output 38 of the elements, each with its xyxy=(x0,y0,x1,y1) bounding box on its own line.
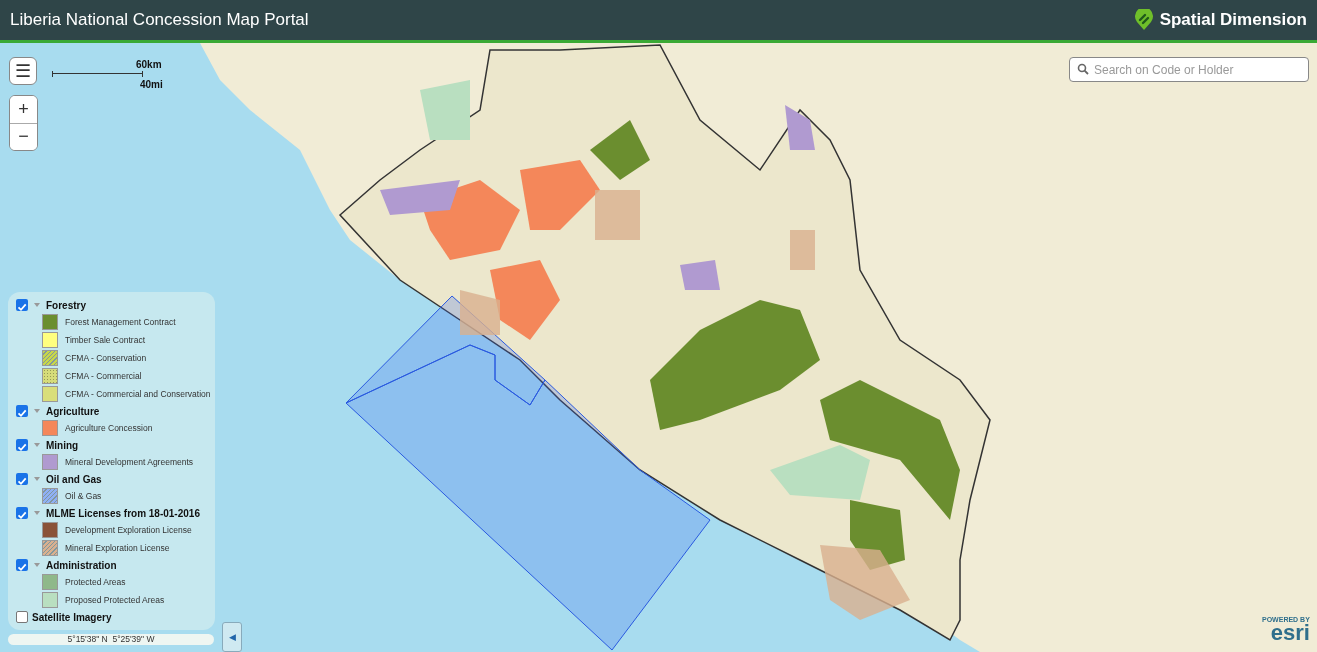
legend-item-label: Mineral Exploration License xyxy=(65,543,170,553)
layer-group-label: Oil and Gas xyxy=(46,473,102,485)
layer-group-label: MLME Licenses from 18-01-2016 xyxy=(46,507,200,519)
layer-checkbox[interactable] xyxy=(16,439,28,451)
logo-icon xyxy=(1133,9,1154,31)
zoom-out-button[interactable]: − xyxy=(10,122,37,150)
legend-item-label: Forest Management Contract xyxy=(65,317,176,327)
legend-item-label: Timber Sale Contract xyxy=(65,335,145,345)
layer-checkbox[interactable] xyxy=(16,473,28,485)
layer-group-label: Mining xyxy=(46,439,79,451)
legend-item-label: CFMA - Conservation xyxy=(65,353,147,363)
layer-checkbox[interactable] xyxy=(16,611,28,623)
collapse-button[interactable]: ◀ xyxy=(222,622,242,652)
attribution-logo: esri xyxy=(1270,623,1310,643)
layer-checkbox[interactable] xyxy=(16,507,28,519)
legend-item-label: Agriculture Concession xyxy=(65,423,153,433)
legend-item-label: Proposed Protected Areas xyxy=(65,595,165,605)
scale-label: 40mi xyxy=(140,79,163,90)
layer-checkbox[interactable] xyxy=(16,299,28,311)
legend-item-label: CFMA - Commercial xyxy=(65,371,142,381)
menu-button[interactable]: ☰ xyxy=(9,57,37,85)
legend-item-label: Mineral Development Agreements xyxy=(65,457,194,467)
legend-item-label: Development Exploration License xyxy=(65,525,192,535)
brand-name: Spatial Dimension xyxy=(1159,10,1307,30)
legend-item-label: CFMA - Commercial and Conservation xyxy=(65,389,211,399)
portal-title: Liberia National Concession Map Portal xyxy=(10,10,309,30)
legend-item-label: Oil & Gas xyxy=(65,491,102,501)
layer-group-label: Forestry xyxy=(46,299,86,311)
search-field[interactable]: Search on Code or Holder xyxy=(1069,57,1309,82)
search-icon xyxy=(1077,63,1089,75)
layer-checkbox[interactable] xyxy=(16,559,28,571)
layer-group-label: Administration xyxy=(46,559,117,571)
layer-checkbox[interactable] xyxy=(16,405,28,417)
scale-label: 60km xyxy=(136,59,162,70)
coordinates-readout: 5°15'38" N 5°25'39" W xyxy=(8,634,214,645)
layer-group-label: Agriculture xyxy=(46,405,100,417)
layer-group-label: Satellite Imagery xyxy=(32,611,112,623)
legend-item-label: Protected Areas xyxy=(65,577,126,587)
